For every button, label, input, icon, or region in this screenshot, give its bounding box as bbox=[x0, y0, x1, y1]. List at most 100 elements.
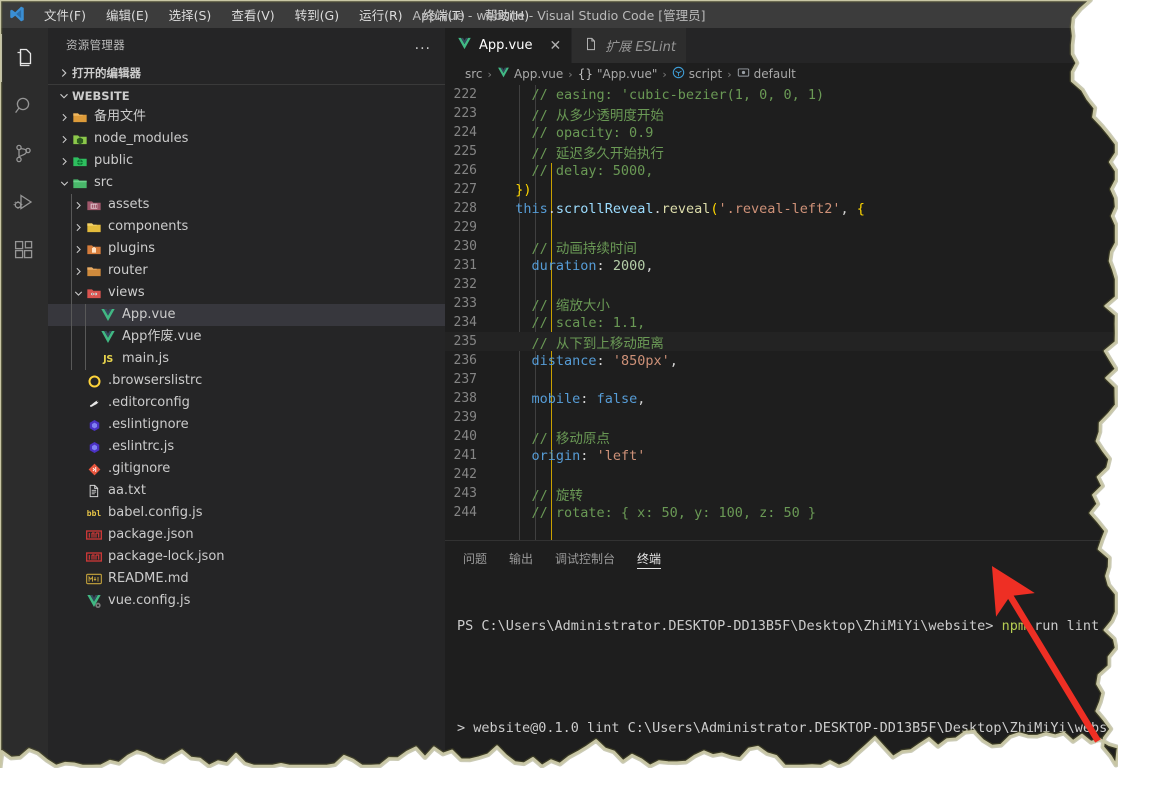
tab-eslint-extension[interactable]: 扩展 ESLint bbox=[572, 28, 687, 63]
code-editor[interactable]: 222 // easing: 'cubic-bezier(1, 0, 0, 1)… bbox=[445, 85, 1118, 540]
folder-components-icon bbox=[86, 219, 102, 235]
tree-row-app-vue[interactable]: App.vue bbox=[48, 304, 445, 326]
close-icon[interactable]: ✕ bbox=[549, 39, 561, 53]
tree-row-vue-config-js[interactable]: vue.config.js bbox=[48, 590, 445, 612]
tab-app-vue[interactable]: App.vue ✕ bbox=[445, 28, 573, 63]
code-token: : bbox=[580, 447, 597, 464]
code-line-236: 236 distance: '850px', bbox=[445, 351, 1118, 370]
breadcrumb-item-script[interactable]: script bbox=[672, 66, 722, 82]
line-content: origin: 'left' bbox=[499, 447, 646, 464]
chevron-right-icon[interactable] bbox=[70, 221, 86, 234]
line-number: 230 bbox=[453, 239, 477, 254]
code-token: , bbox=[637, 390, 646, 407]
menu-bar[interactable]: 文件(F) 编辑(E) 选择(S) 查看(V) 转到(G) 运行(R) 终端(T… bbox=[34, 2, 539, 27]
chevron-right-icon[interactable] bbox=[56, 111, 72, 124]
tree-row--eslintignore[interactable]: .eslintignore bbox=[48, 414, 445, 436]
tree-row-label: aa.txt bbox=[108, 483, 146, 498]
line-content: }) bbox=[499, 182, 531, 198]
line-content: duration: 2000, bbox=[499, 258, 654, 274]
panel-tab-terminal[interactable]: 终端 bbox=[637, 541, 662, 576]
breadcrumb-item-app-vue-symbol[interactable]: {} "App.vue" bbox=[578, 67, 658, 81]
panel-tab-problems[interactable]: 问题 bbox=[463, 541, 487, 576]
line-content: // 延迟多久开始执行 bbox=[499, 142, 664, 162]
breadcrumb-item-default[interactable]: default bbox=[737, 66, 796, 82]
tree-row-label: .editorconfig bbox=[108, 395, 190, 410]
tree-row-app-vue[interactable]: App作废.vue bbox=[48, 326, 445, 348]
chevron-right-icon[interactable] bbox=[70, 199, 86, 212]
tree-row--[interactable]: 备用文件 bbox=[48, 106, 445, 128]
line-content: // opacity: 0.9 bbox=[499, 125, 654, 141]
tree-row--editorconfig[interactable]: .editorconfig bbox=[48, 392, 445, 414]
menu-file[interactable]: 文件(F) bbox=[34, 2, 96, 27]
chevron-right-icon[interactable] bbox=[70, 243, 86, 256]
workspace-label: WEBSITE bbox=[72, 88, 130, 103]
activity-extensions[interactable] bbox=[0, 226, 48, 274]
tree-row-node-modules[interactable]: node_modules bbox=[48, 128, 445, 150]
menu-terminal[interactable]: 终端(T) bbox=[413, 2, 475, 27]
terminal-output[interactable]: PS C:\Users\Administrator.DESKTOP-DD13B5… bbox=[445, 576, 1118, 768]
tree-row-package-json[interactable]: package.json bbox=[48, 524, 445, 546]
panel-tab-debug-console[interactable]: 调试控制台 bbox=[555, 541, 615, 576]
sidebar-more-actions-icon[interactable]: ... bbox=[415, 37, 431, 53]
tree-row-label: App.vue bbox=[122, 307, 176, 322]
activity-explorer[interactable] bbox=[0, 34, 48, 82]
tree-row-public[interactable]: public bbox=[48, 150, 445, 172]
tree-row-plugins[interactable]: plugins bbox=[48, 238, 445, 260]
file-tree: 备用文件 node_modules public src assets component… bbox=[48, 106, 445, 612]
code-token: , bbox=[669, 352, 678, 369]
tree-row--gitignore[interactable]: .gitignore bbox=[48, 458, 445, 480]
breadcrumb-item-src[interactable]: src bbox=[465, 67, 483, 81]
code-token: { bbox=[856, 200, 865, 217]
menu-goto[interactable]: 转到(G) bbox=[285, 2, 349, 27]
chevron-right-icon[interactable] bbox=[56, 155, 72, 168]
tree-row-assets[interactable]: assets bbox=[48, 194, 445, 216]
code-token: : bbox=[580, 390, 597, 407]
vue-file-icon bbox=[457, 36, 472, 55]
tree-row-label: babel.config.js bbox=[108, 505, 203, 520]
chevron-down-icon[interactable] bbox=[56, 177, 72, 190]
code-line-224: 224 // opacity: 0.9 bbox=[445, 123, 1118, 142]
tree-row-readme-md[interactable]: README.md bbox=[48, 568, 445, 590]
activity-source-control[interactable] bbox=[0, 130, 48, 178]
tree-row-components[interactable]: components bbox=[48, 216, 445, 238]
code-token: // 缩放大小 bbox=[499, 297, 610, 314]
tree-row-router[interactable]: router bbox=[48, 260, 445, 282]
menu-selection[interactable]: 选择(S) bbox=[159, 2, 222, 27]
activity-run-debug[interactable] bbox=[0, 178, 48, 226]
tree-row-babel-config-js[interactable]: bbl babel.config.js bbox=[48, 502, 445, 524]
breadcrumb: src › App.vue › {} "App.vue" › script › … bbox=[445, 63, 1118, 85]
chevron-right-icon[interactable] bbox=[56, 133, 72, 146]
code-lines: 222 // easing: 'cubic-bezier(1, 0, 0, 1)… bbox=[445, 85, 1118, 522]
menu-edit[interactable]: 编辑(E) bbox=[96, 2, 159, 27]
tree-indent-guide bbox=[71, 194, 72, 370]
bottom-panel: 问题 输出 调试控制台 终端 PS C:\Users\Administrator.DE… bbox=[445, 540, 1118, 768]
chevron-right-icon[interactable] bbox=[70, 265, 86, 278]
tree-row-src[interactable]: src bbox=[48, 172, 445, 194]
tree-row-main-js[interactable]: JS main.js bbox=[48, 348, 445, 370]
tree-row-aa-txt[interactable]: aa.txt bbox=[48, 480, 445, 502]
tree-row--browserslistrc[interactable]: .browserslistrc bbox=[48, 370, 445, 392]
line-number: 233 bbox=[453, 296, 477, 311]
line-number: 243 bbox=[453, 486, 477, 501]
code-token: ( bbox=[710, 200, 719, 217]
chevron-down-icon[interactable] bbox=[70, 287, 86, 300]
section-website[interactable]: WEBSITE bbox=[48, 84, 445, 106]
breadcrumb-item-app-vue[interactable]: App.vue bbox=[497, 66, 563, 82]
open-editors-label: 打开的编辑器 bbox=[72, 66, 141, 80]
tree-row-package-lock-json[interactable]: package-lock.json bbox=[48, 546, 445, 568]
markdown-icon bbox=[86, 571, 102, 587]
panel-tabs: 问题 输出 调试控制台 终端 bbox=[445, 541, 1118, 576]
code-line-240: 240 // 移动原点 bbox=[445, 427, 1118, 447]
menu-help[interactable]: 帮助(H) bbox=[475, 2, 539, 27]
panel-tab-output[interactable]: 输出 bbox=[509, 541, 533, 576]
menu-run[interactable]: 运行(R) bbox=[349, 2, 412, 27]
tree-row-views[interactable]: views bbox=[48, 282, 445, 304]
activity-search[interactable] bbox=[0, 82, 48, 130]
tree-row-label: .browserslistrc bbox=[108, 373, 203, 388]
browserslist-icon bbox=[86, 373, 102, 389]
section-open-editors[interactable]: 打开的编辑器 bbox=[48, 62, 445, 84]
tree-row--eslintrc-js[interactable]: .eslintrc.js bbox=[48, 436, 445, 458]
menu-view[interactable]: 查看(V) bbox=[221, 2, 284, 27]
